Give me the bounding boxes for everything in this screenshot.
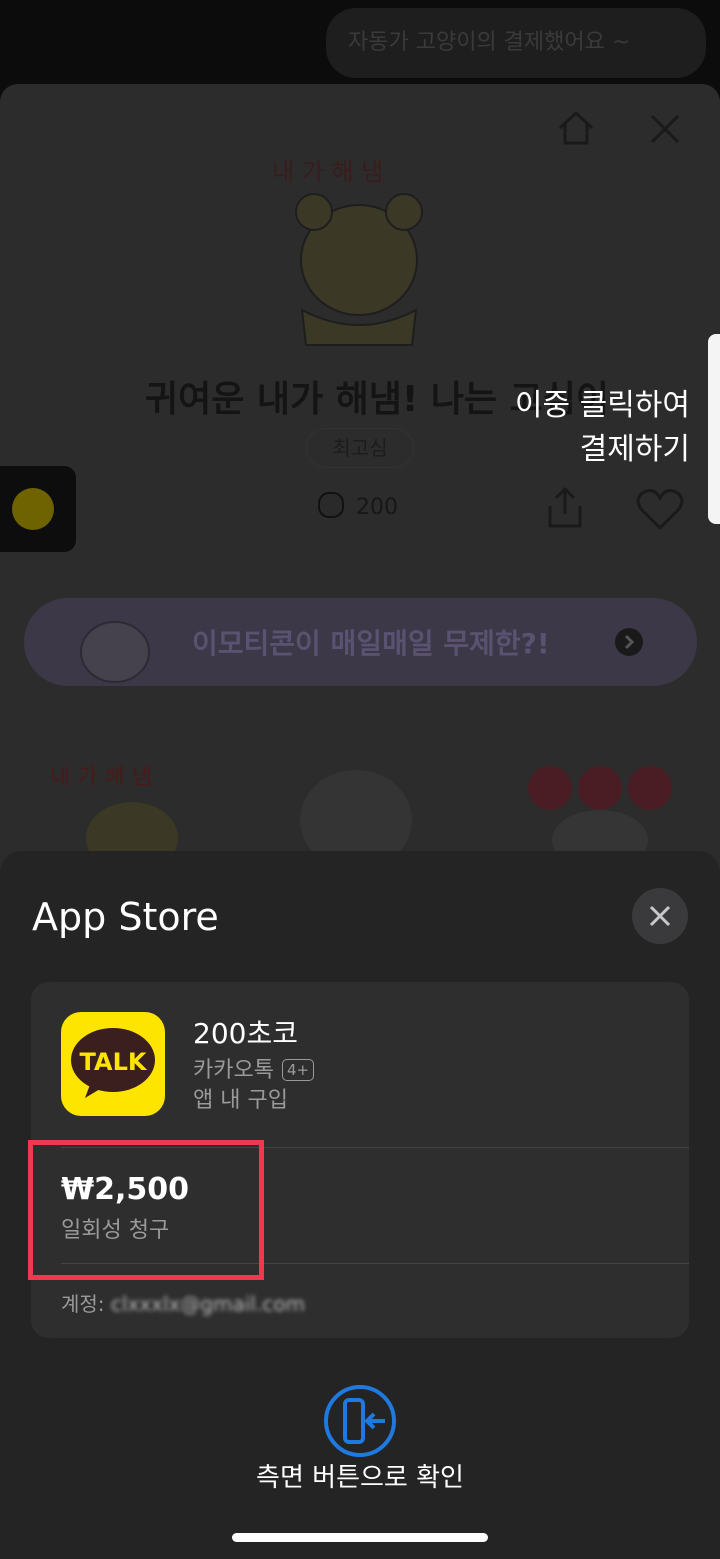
close-button[interactable] (632, 888, 688, 944)
promo-character-icon (80, 621, 150, 683)
promo-banner[interactable]: 이모티콘이 매일매일 무제한?! (24, 598, 697, 686)
choco-coin-icon (318, 492, 344, 518)
product-name: 200초코 (193, 1017, 298, 1050)
side-button-confirm-icon (324, 1385, 396, 1457)
smiley-icon (12, 488, 54, 530)
svg-text:TALK: TALK (80, 1048, 148, 1076)
share-icon[interactable] (544, 486, 586, 530)
floating-emoticon-button[interactable] (0, 466, 76, 552)
hint-line-2: 결제하기 (579, 432, 690, 467)
account-label: 계정: (61, 1292, 105, 1316)
emoticon-price: 200 (318, 492, 398, 520)
emoticon-thumbnail-3[interactable] (520, 758, 690, 858)
age-rating-badge: 4+ (281, 1059, 315, 1081)
home-icon[interactable] (556, 108, 596, 148)
emoticon-thumbnail-2[interactable] (278, 758, 448, 858)
emoticon-artwork: 내 가 해 냄 (272, 160, 423, 346)
promo-text: 이모티콘이 매일매일 무제한?! (192, 627, 550, 660)
side-button-indicator (708, 334, 720, 524)
hint-line-1: 이중 클릭하여 (514, 388, 690, 423)
kakaotalk-app-icon: TALK (61, 1012, 165, 1116)
toast-notification: 자동가 고양이의 결제했어요 ~ (326, 8, 706, 78)
sheet-title: App Store (32, 895, 219, 939)
svg-text:내 가 해 냄: 내 가 해 냄 (272, 160, 383, 186)
artist-tag[interactable]: 최고심 (306, 428, 414, 468)
svg-text:내 가 해 냄: 내 가 해 냄 (50, 765, 152, 790)
purchase-type: 앱 내 구입 (193, 1088, 288, 1113)
double-click-hint: 이중 클릭하여 결제하기 (515, 384, 690, 472)
close-icon (649, 905, 671, 927)
account-info: 계정: clxxxlx@gmail.com (61, 1288, 305, 1317)
account-email: clxxxlx@gmail.com (110, 1292, 305, 1316)
app-name: 카카오톡 4+ (193, 1052, 315, 1084)
heart-icon[interactable] (636, 488, 684, 530)
price-highlight-box (28, 1140, 264, 1280)
home-indicator[interactable] (232, 1533, 488, 1542)
close-icon[interactable] (648, 112, 682, 146)
app-name-text: 카카오톡 (193, 1058, 274, 1083)
chevron-right-icon (615, 628, 643, 656)
price-value: 200 (356, 495, 398, 520)
confirm-instruction: 측면 버튼으로 확인 (256, 1463, 464, 1493)
emoticon-thumbnail-1[interactable]: 내 가 해 냄 (46, 758, 216, 858)
